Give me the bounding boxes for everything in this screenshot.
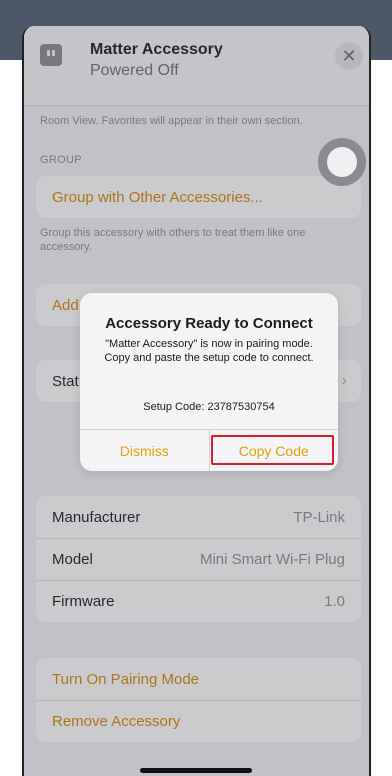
touch-indicator bbox=[318, 138, 366, 186]
alert-message: "Matter Accessory" is now in pairing mod… bbox=[104, 338, 314, 364]
home-indicator bbox=[140, 768, 252, 773]
pairing-alert: Accessory Ready to Connect "Matter Acces… bbox=[80, 293, 338, 471]
alert-title: Accessory Ready to Connect bbox=[105, 315, 313, 332]
dismiss-button[interactable]: Dismiss bbox=[80, 430, 209, 471]
phone-screen: Matter Accessory Powered Off ✕ Room View… bbox=[0, 0, 392, 776]
setup-code: Setup Code: 23787530754 bbox=[143, 401, 275, 413]
copy-code-highlight bbox=[211, 435, 334, 465]
